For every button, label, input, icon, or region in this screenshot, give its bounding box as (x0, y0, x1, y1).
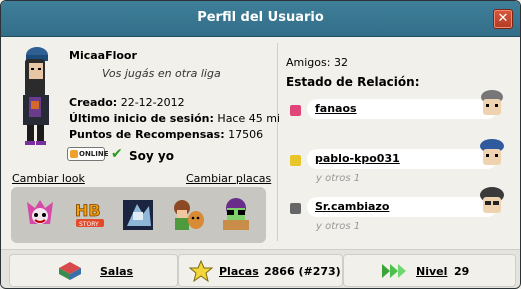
username: MicaaFloor (69, 49, 137, 62)
level-label[interactable]: Nivel (416, 265, 447, 278)
star-icon (189, 260, 213, 282)
level-value: 29 (454, 265, 470, 278)
friends-value: 32 (333, 56, 348, 69)
profile-window: Perfil del Usuario ✕ MicaaFloor Vos jugá… (0, 0, 521, 289)
user-avatar (23, 47, 49, 145)
level-tab[interactable]: Nivel 29 (343, 254, 516, 287)
relationship-others[interactable]: y otros 1 (316, 173, 360, 184)
skull-icon (290, 203, 301, 214)
svg-text:STORY: STORY (79, 221, 99, 228)
bottom-bar: Salas Placas 2866 (#273) Nivel 29 (1, 249, 520, 288)
online-status-badge: ONLINE (67, 147, 109, 161)
badges-panel: HB STORY (11, 187, 266, 243)
badge-glasses-guy-icon[interactable] (217, 196, 255, 234)
badge-robot-icon[interactable] (119, 196, 157, 234)
reward-points-label: Puntos de Recompensas: (69, 128, 225, 141)
level-arrows-icon (382, 264, 406, 278)
friends-label: Amigos: (286, 56, 331, 69)
rooms-label[interactable]: Salas (100, 265, 133, 278)
relationship-friend-link[interactable]: Sr.cambiazo (307, 197, 497, 217)
created-value: 22-12-2012 (120, 96, 185, 109)
checkmark-icon: ✔ (111, 146, 123, 162)
reward-points-info: Puntos de Recompensas: 17506 (69, 128, 279, 141)
friend-avatar-head (480, 139, 504, 165)
badges-label[interactable]: Placas (219, 265, 259, 278)
created-info: Creado: 22-12-2012 (69, 96, 279, 109)
friend-avatar-head (480, 187, 504, 213)
title-bar[interactable]: Perfil del Usuario ✕ (1, 1, 520, 37)
badges-tab[interactable]: Placas 2866 (#273) (178, 254, 343, 287)
badge-hb-story-icon[interactable]: HB STORY (71, 196, 109, 234)
change-look-link[interactable]: Cambiar look (12, 172, 85, 185)
reward-points-value: 17506 (228, 128, 264, 141)
last-login-label: Último inicio de sesión: (69, 112, 214, 125)
friend-avatar-head (481, 90, 503, 115)
last-login-info: Último inicio de sesión: Hace 45 minuto (69, 112, 279, 125)
rooms-tab[interactable]: Salas (9, 254, 178, 287)
close-button[interactable]: ✕ (493, 9, 513, 29)
rooms-icon (59, 262, 81, 280)
heart-icon (290, 105, 301, 116)
relationship-others[interactable]: y otros 1 (316, 221, 360, 232)
relationship-friend-link[interactable]: fanaos (307, 99, 497, 119)
svg-text:HB: HB (75, 201, 101, 220)
user-motto: Vos jugás en otra liga (102, 67, 221, 80)
badge-pink-creature-icon[interactable] (21, 196, 59, 234)
smiley-icon (290, 155, 301, 166)
vertical-divider (277, 43, 278, 241)
online-label: ONLINE (79, 150, 109, 158)
badge-girl-with-dog-icon[interactable] (169, 196, 207, 234)
relationship-friend-link[interactable]: pablo-kpo031 (307, 149, 497, 169)
change-badges-link[interactable]: Cambiar placas (186, 172, 271, 185)
friends-count: Amigos: 32 (286, 56, 348, 69)
relationship-title: Estado de Relación: (286, 75, 420, 89)
badges-value: 2866 (#273) (264, 265, 341, 278)
online-icon (70, 150, 78, 158)
created-label: Creado: (69, 96, 118, 109)
relationship-row-enemy: Sr.cambiazo y otros 1 (286, 187, 516, 241)
soy-yo-label: Soy yo (129, 149, 174, 163)
last-login-value: Hace 45 minuto (217, 112, 279, 125)
window-title: Perfil del Usuario (197, 10, 324, 25)
